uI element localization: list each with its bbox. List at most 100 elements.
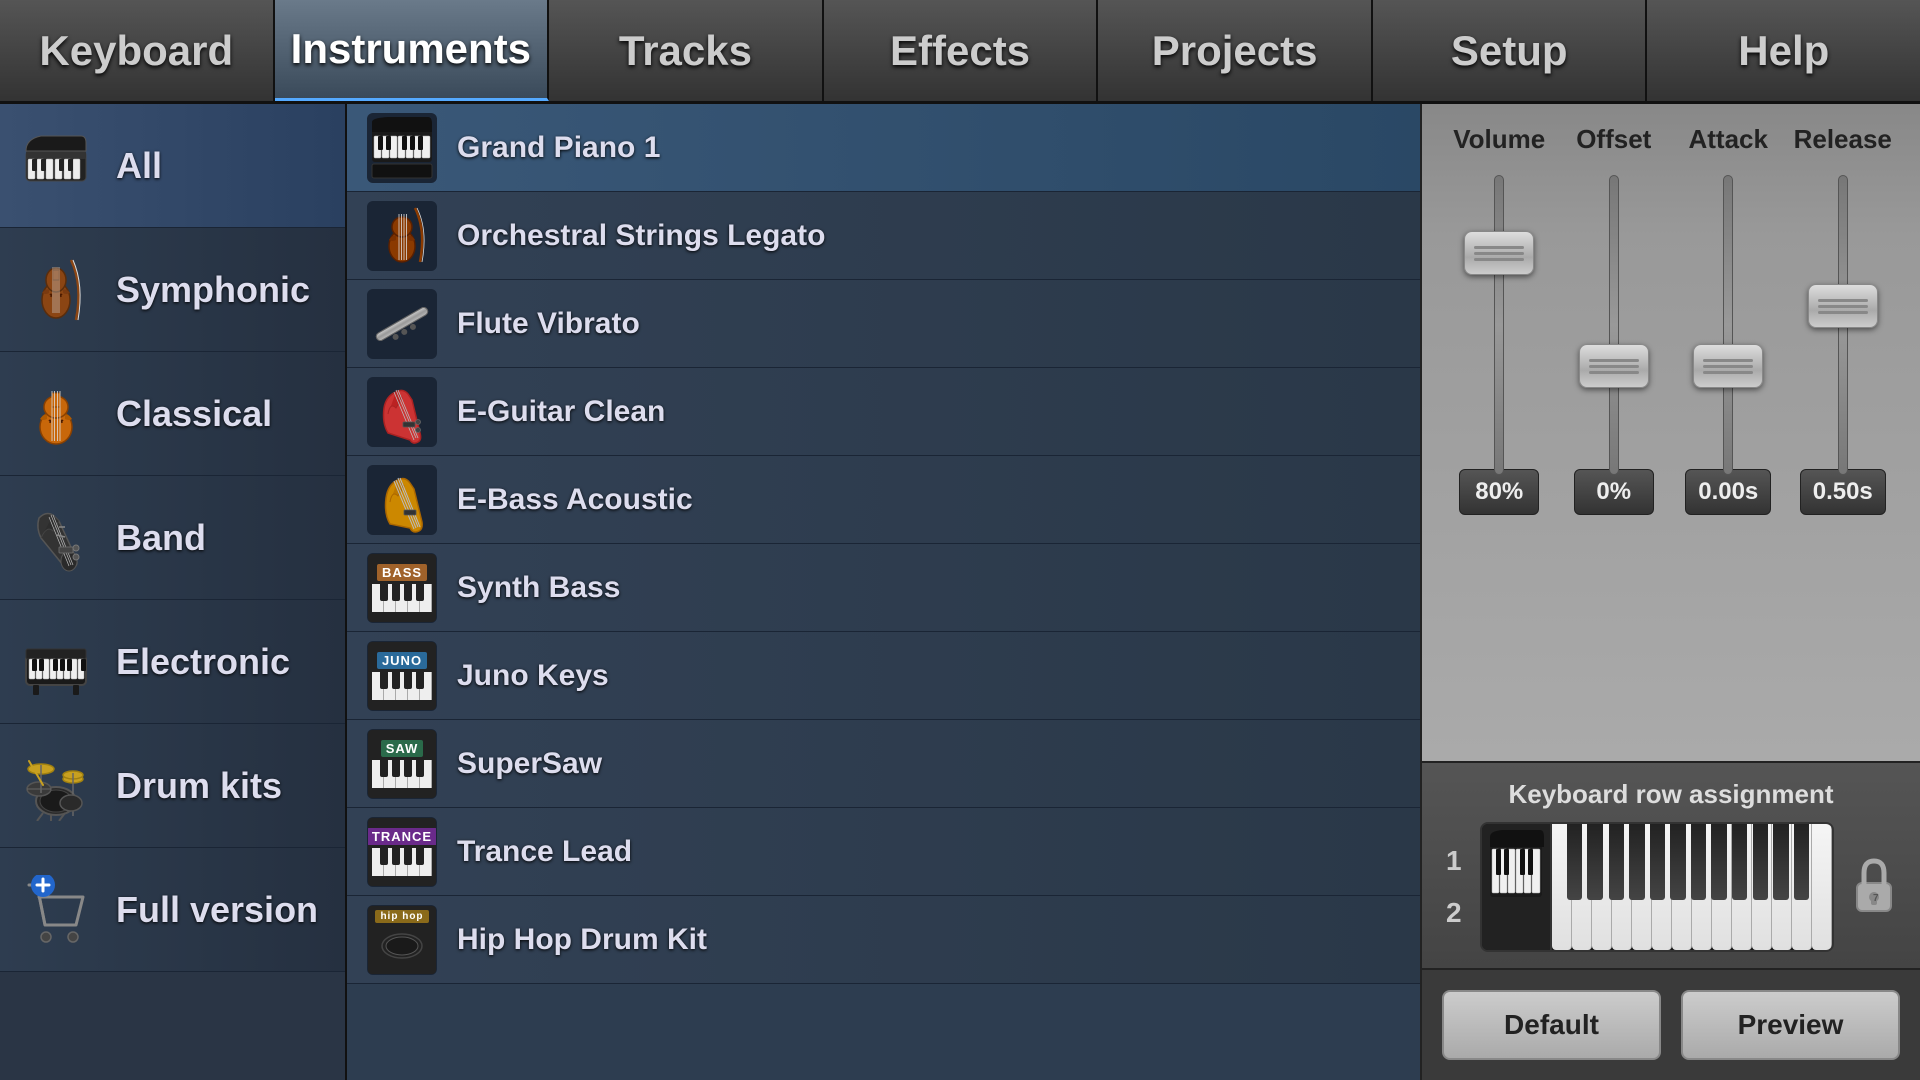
- instrument-item-juno-keys[interactable]: JUNO Juno Keys: [347, 632, 1420, 720]
- sidebar-item-classical[interactable]: Classical: [0, 352, 345, 476]
- instrument-item-eguitar[interactable]: E-Guitar Clean: [347, 368, 1420, 456]
- sidebar-item-band[interactable]: Band: [0, 476, 345, 600]
- sidebar-item-full-version[interactable]: Full version: [0, 848, 345, 972]
- instrument-item-ebass[interactable]: E-Bass Acoustic: [347, 456, 1420, 544]
- row-1-label: 1: [1446, 845, 1462, 877]
- default-button[interactable]: Default: [1442, 990, 1661, 1060]
- instrument-list: Grand Piano 1 Orchestral Strings Leg: [347, 104, 1420, 1080]
- piano-small-icon: [1482, 824, 1552, 950]
- instrument-item-orch-strings[interactable]: Orchestral Strings Legato: [347, 192, 1420, 280]
- main-content: All: [0, 104, 1920, 1080]
- ebass-label: E-Bass Acoustic: [457, 483, 693, 517]
- trance-lead-label: Trance Lead: [457, 835, 632, 869]
- offset-value: 0%: [1574, 469, 1654, 515]
- volume-track[interactable]: [1494, 175, 1504, 475]
- svg-text:7: 7: [1873, 893, 1879, 904]
- release-label: Release: [1793, 124, 1893, 155]
- keyboard-assignment-content: 1 2: [1438, 822, 1904, 952]
- tab-effects[interactable]: Effects: [824, 0, 1099, 101]
- white-key: [1812, 824, 1832, 950]
- symphonic-icon: [16, 250, 96, 330]
- keyboard-assignment-section: Keyboard row assignment 1 2: [1422, 761, 1920, 968]
- tab-keyboard[interactable]: Keyboard: [0, 0, 275, 101]
- eguitar-label: E-Guitar Clean: [457, 395, 665, 429]
- sliders-header: Volume Offset Attack Release: [1442, 124, 1900, 155]
- sidebar-label-electronic: Electronic: [116, 641, 290, 683]
- grand-piano-icon: [367, 113, 437, 183]
- keyboard-assignment-title: Keyboard row assignment: [1438, 779, 1904, 810]
- sidebar-item-drum-kits[interactable]: Drum kits: [0, 724, 345, 848]
- sliders-section: Volume Offset Attack Release 80%: [1422, 104, 1920, 761]
- drum-kits-icon: [16, 746, 96, 826]
- black-key: [1609, 824, 1624, 900]
- sidebar-item-symphonic[interactable]: Symphonic: [0, 228, 345, 352]
- release-track[interactable]: [1838, 175, 1848, 475]
- offset-track[interactable]: [1609, 175, 1619, 475]
- release-handle[interactable]: [1808, 284, 1878, 328]
- orch-strings-label: Orchestral Strings Legato: [457, 219, 825, 253]
- release-value: 0.50s: [1800, 469, 1886, 515]
- offset-label: Offset: [1564, 124, 1664, 155]
- sidebar-label-classical: Classical: [116, 393, 272, 435]
- instrument-item-supersaw[interactable]: SAW SuperSaw: [347, 720, 1420, 808]
- offset-handle[interactable]: [1579, 344, 1649, 388]
- preview-button[interactable]: Preview: [1681, 990, 1900, 1060]
- all-icon: [16, 126, 96, 206]
- row-2-label: 2: [1446, 897, 1462, 929]
- release-slider-col: 0.50s: [1793, 165, 1893, 505]
- supersaw-label: SuperSaw: [457, 747, 602, 781]
- instrument-item-hiphop-drum[interactable]: hip hop Hip Hop Drum Kit: [347, 896, 1420, 984]
- black-key: [1732, 824, 1747, 900]
- bottom-buttons: Default Preview: [1422, 968, 1920, 1080]
- tab-instruments[interactable]: Instruments: [275, 0, 550, 101]
- top-navigation: Keyboard Instruments Tracks Effects Proj…: [0, 0, 1920, 104]
- eguitar-icon: [367, 377, 437, 447]
- grand-piano-label: Grand Piano 1: [457, 131, 660, 165]
- tab-tracks[interactable]: Tracks: [549, 0, 824, 101]
- volume-slider-col: 80%: [1449, 165, 1549, 505]
- juno-keys-icon: JUNO: [367, 641, 437, 711]
- classical-icon: [16, 374, 96, 454]
- sidebar-label-all: All: [116, 145, 162, 187]
- tab-setup[interactable]: Setup: [1373, 0, 1648, 101]
- flute-icon: [367, 289, 437, 359]
- right-panel: Volume Offset Attack Release 80%: [1420, 104, 1920, 1080]
- category-sidebar: All: [0, 104, 347, 1080]
- instrument-item-grand-piano[interactable]: Grand Piano 1: [347, 104, 1420, 192]
- hiphop-drum-label: Hip Hop Drum Kit: [457, 923, 707, 957]
- sidebar-item-all[interactable]: All: [0, 104, 345, 228]
- offset-slider-col: 0%: [1564, 165, 1664, 505]
- black-key: [1711, 824, 1726, 900]
- black-key: [1629, 824, 1644, 900]
- sidebar-label-band: Band: [116, 517, 206, 559]
- sidebar-label-symphonic: Symphonic: [116, 269, 310, 311]
- black-key: [1567, 824, 1582, 900]
- black-key: [1773, 824, 1788, 900]
- flute-label: Flute Vibrato: [457, 307, 640, 341]
- attack-handle[interactable]: [1693, 344, 1763, 388]
- black-key: [1587, 824, 1602, 900]
- lock-icon: 7: [1844, 857, 1904, 917]
- synth-bass-label: Synth Bass: [457, 571, 620, 605]
- instrument-item-trance-lead[interactable]: TRANCE Trance Lead: [347, 808, 1420, 896]
- volume-value: 80%: [1459, 469, 1539, 515]
- volume-handle[interactable]: [1464, 231, 1534, 275]
- attack-slider-col: 0.00s: [1678, 165, 1778, 505]
- attack-track[interactable]: [1723, 175, 1733, 475]
- sidebar-label-full-version: Full version: [116, 889, 318, 931]
- juno-keys-label: Juno Keys: [457, 659, 609, 693]
- trance-lead-icon: TRANCE: [367, 817, 437, 887]
- supersaw-icon: SAW: [367, 729, 437, 799]
- tab-help[interactable]: Help: [1647, 0, 1920, 101]
- tab-projects[interactable]: Projects: [1098, 0, 1373, 101]
- sidebar-item-electronic[interactable]: Electronic: [0, 600, 345, 724]
- volume-label: Volume: [1449, 124, 1549, 155]
- attack-label: Attack: [1678, 124, 1778, 155]
- instrument-item-synth-bass[interactable]: BASS Synth Bass: [347, 544, 1420, 632]
- instrument-item-flute[interactable]: Flute Vibrato: [347, 280, 1420, 368]
- band-icon: [16, 498, 96, 578]
- row-numbers: 1 2: [1438, 835, 1470, 939]
- black-key: [1650, 824, 1665, 900]
- keyboard-preview[interactable]: [1480, 822, 1834, 952]
- synth-bass-icon: BASS: [367, 553, 437, 623]
